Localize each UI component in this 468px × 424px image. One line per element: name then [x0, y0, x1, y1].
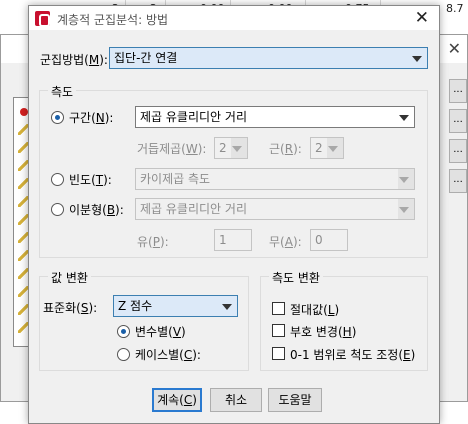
cluster-method-value: 집단-간 연결 [114, 51, 178, 65]
by-case-radio[interactable] [117, 348, 130, 361]
transform-measures-title: 측도 변환 [269, 269, 323, 286]
bg-button[interactable]: ... [449, 169, 467, 193]
by-variable-radio[interactable] [117, 325, 130, 338]
chevron-down-icon [399, 115, 409, 121]
absent-input[interactable]: 0 [310, 229, 348, 251]
interval-radio[interactable] [51, 111, 64, 124]
absent-label: 무(A): [269, 235, 302, 249]
interval-label: 구간(N): [69, 111, 114, 125]
present-input[interactable]: 1 [214, 229, 252, 251]
absolute-label: 절대값(L) [290, 303, 340, 317]
binary-radio[interactable] [51, 203, 64, 216]
interval-measure-value: 제곱 유클리디안 거리 [140, 110, 247, 124]
title-bar: 계층적 군집분석: 방법 ✕ [29, 6, 439, 30]
power-label: 거듭제곱(W): [137, 142, 207, 156]
nominal-icon [20, 108, 28, 116]
bg-cell: 8.7 [446, 2, 464, 15]
cluster-method-select[interactable]: 집단-간 연결 [109, 47, 428, 69]
transform-values-title: 값 변환 [48, 269, 91, 286]
rescale-checkbox[interactable] [272, 347, 285, 360]
counts-measure-select[interactable]: 카이제곱 측도 [135, 168, 415, 190]
change-sign-checkbox[interactable] [272, 324, 285, 337]
by-variable-label: 변수별(V) [135, 325, 186, 339]
chevron-down-icon [399, 207, 409, 213]
root-label: 근(R): [269, 142, 302, 156]
bg-close-icon: ✕ [447, 39, 461, 58]
cluster-method-label: 군집방법(M): [40, 53, 108, 67]
binary-measure-value: 제곱 유클리디안 거리 [140, 202, 247, 216]
measure-group-title: 측도 [48, 83, 77, 100]
chevron-down-icon [399, 177, 409, 183]
change-sign-label: 부호 변경(H) [290, 325, 357, 339]
standardize-label: 표준화(S): [43, 301, 98, 315]
interval-measure-select[interactable]: 제곱 유클리디안 거리 [135, 106, 415, 128]
absolute-checkbox[interactable] [272, 302, 285, 315]
standardize-select[interactable]: Z 점수 [113, 295, 238, 317]
dialog-title: 계층적 군집분석: 방법 [57, 13, 169, 27]
chevron-down-icon [328, 146, 338, 152]
root-value: 2 [315, 141, 323, 155]
root-select[interactable]: 2 [310, 137, 344, 159]
help-button[interactable]: 도움말 [268, 388, 322, 412]
chevron-down-icon [222, 304, 232, 310]
binary-label: 이분형(B): [69, 203, 124, 217]
hierarchical-cluster-method-dialog: 계층적 군집분석: 방법 ✕ 군집방법(M): 집단-간 연결 측도 구간(N)… [28, 5, 440, 424]
cancel-button[interactable]: 취소 [210, 388, 262, 412]
bg-button[interactable]: ... [449, 79, 467, 103]
standardize-value: Z 점수 [118, 299, 153, 313]
rescale-label: 0-1 범위로 척도 조정(E) [290, 348, 416, 362]
spss-app-icon [35, 11, 50, 27]
chevron-down-icon [412, 56, 422, 62]
bg-button[interactable]: ... [449, 109, 467, 133]
binary-measure-select[interactable]: 제곱 유클리디안 거리 [135, 198, 415, 220]
by-case-label: 케이스별(C): [135, 348, 201, 362]
counts-measure-value: 카이제곱 측도 [140, 172, 211, 186]
bg-button[interactable]: ... [449, 139, 467, 163]
close-icon[interactable]: ✕ [415, 8, 429, 28]
counts-label: 빈도(T): [69, 173, 112, 187]
power-select[interactable]: 2 [214, 137, 248, 159]
continue-button[interactable]: 계속(C) [152, 388, 202, 412]
counts-radio[interactable] [51, 173, 64, 186]
chevron-down-icon [232, 146, 242, 152]
present-label: 유(P): [137, 235, 169, 249]
power-value: 2 [219, 141, 227, 155]
